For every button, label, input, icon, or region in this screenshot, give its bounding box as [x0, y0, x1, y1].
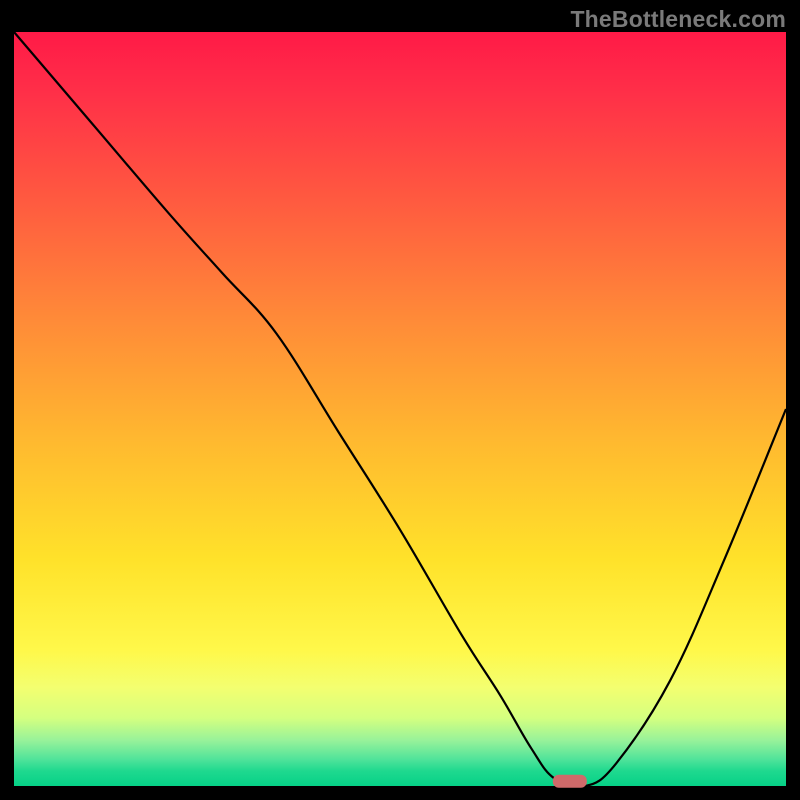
chart-frame: TheBottleneck.com	[0, 0, 800, 800]
optimal-marker	[553, 775, 587, 788]
watermark-text: TheBottleneck.com	[570, 6, 786, 33]
bottleneck-curve	[14, 32, 786, 787]
curve-layer	[14, 32, 786, 786]
